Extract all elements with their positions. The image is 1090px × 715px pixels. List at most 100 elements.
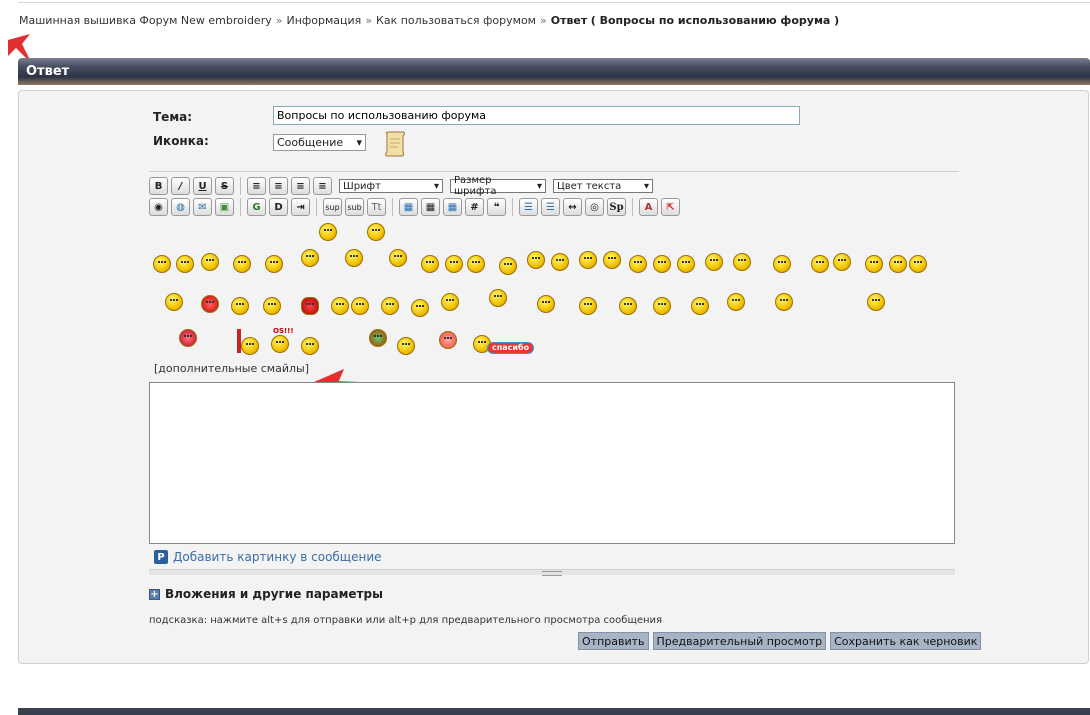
smiley-icon[interactable] xyxy=(527,251,545,269)
smiley-icon[interactable] xyxy=(677,255,695,273)
breadcrumb-howto-link[interactable]: Как пользоваться форумом xyxy=(376,14,536,27)
smiley-icon[interactable] xyxy=(397,337,415,355)
smiley-icon[interactable] xyxy=(775,293,793,311)
smiley-icon[interactable] xyxy=(345,249,363,267)
spoiler-button[interactable]: Sp xyxy=(607,198,626,216)
smiley-icon[interactable] xyxy=(467,255,485,273)
smiley-icon[interactable] xyxy=(867,293,885,311)
smiley-icon[interactable] xyxy=(301,249,319,267)
icon-select[interactable]: Сообщение ▾ xyxy=(273,134,366,151)
smiley-icon[interactable] xyxy=(733,253,751,271)
smiley-icon[interactable] xyxy=(603,251,621,269)
align-center-button[interactable]: ≡ xyxy=(291,177,310,195)
font-select[interactable]: Шрифт ▾ xyxy=(339,179,443,193)
binoculars-icon[interactable]: ◉ xyxy=(149,198,168,216)
subject-input[interactable] xyxy=(273,106,800,125)
smiley-icon[interactable] xyxy=(241,337,259,355)
underline-button[interactable]: U xyxy=(193,177,212,195)
smiley-icon[interactable] xyxy=(301,337,319,355)
textarea-resize-handle[interactable] xyxy=(149,569,955,576)
smiley-icon[interactable] xyxy=(653,255,671,273)
align-right-button[interactable]: ≡ xyxy=(313,177,332,195)
smiley-icon[interactable] xyxy=(445,255,463,273)
smiley-icon[interactable] xyxy=(233,255,251,273)
image-icon[interactable]: ▣ xyxy=(215,198,234,216)
subscript-button[interactable]: sub xyxy=(345,198,364,216)
smiley-icon[interactable] xyxy=(705,253,723,271)
bouquet-icon[interactable] xyxy=(369,329,387,347)
save-draft-button[interactable]: Сохранить как черновик xyxy=(830,632,982,650)
smiley-icon[interactable] xyxy=(537,295,555,313)
smiley-icon[interactable] xyxy=(265,255,283,273)
quote-icon[interactable]: ❝ xyxy=(487,198,506,216)
email-icon[interactable]: ✉ xyxy=(193,198,212,216)
smiley-icon[interactable] xyxy=(367,223,385,241)
toggle-mode-icon[interactable]: ⇱ xyxy=(661,198,680,216)
smiley-icon[interactable] xyxy=(499,257,517,275)
smiley-icon[interactable] xyxy=(389,249,407,267)
strikethrough-button[interactable]: S xyxy=(215,177,234,195)
smiley-icon[interactable] xyxy=(271,335,289,353)
italic-button[interactable]: / xyxy=(171,177,190,195)
smiley-icon[interactable] xyxy=(833,253,851,271)
smiley-icon[interactable] xyxy=(319,223,337,241)
smiley-icon[interactable] xyxy=(889,255,907,273)
google-search-icon[interactable]: G xyxy=(247,198,266,216)
more-smileys-link[interactable]: [дополнительные смайлы] xyxy=(154,362,309,375)
bullet-list-icon[interactable]: ☰ xyxy=(519,198,538,216)
breadcrumb-forum-link[interactable]: Машинная вышивка Форум New embroidery xyxy=(19,14,272,27)
smiley-icon[interactable] xyxy=(909,255,927,273)
smiley-icon[interactable] xyxy=(865,255,883,273)
globe-link-icon[interactable]: ◍ xyxy=(171,198,190,216)
bold-button[interactable]: B xyxy=(149,177,168,195)
smiley-icon[interactable] xyxy=(653,297,671,315)
smiley-icon[interactable] xyxy=(727,293,745,311)
smiley-icon[interactable] xyxy=(811,255,829,273)
smiley-icon[interactable] xyxy=(773,255,791,273)
smiley-icon[interactable] xyxy=(351,297,369,315)
horizontal-rule-icon[interactable]: ↔ xyxy=(563,198,582,216)
message-textarea[interactable] xyxy=(149,382,955,544)
text-color-select[interactable]: Цвет текста ▾ xyxy=(553,179,653,193)
smiley-icon[interactable] xyxy=(691,297,709,315)
attachments-toggle[interactable]: + Вложения и другие параметры xyxy=(149,587,383,601)
smiley-icon[interactable] xyxy=(231,297,249,315)
remove-format-icon[interactable]: A xyxy=(639,198,658,216)
indent-icon[interactable]: ⇥ xyxy=(291,198,310,216)
wiki-icon[interactable]: D xyxy=(269,198,288,216)
preview-button[interactable]: Предварительный просмотр xyxy=(652,632,827,650)
smiley-icon[interactable] xyxy=(421,255,439,273)
smiley-icon[interactable] xyxy=(579,297,597,315)
smiley-icon[interactable] xyxy=(619,297,637,315)
smiley-icon[interactable] xyxy=(176,255,194,273)
smiley-icon[interactable] xyxy=(411,299,429,317)
smiley-icon[interactable] xyxy=(153,255,171,273)
table-icon[interactable]: ▦ xyxy=(399,198,418,216)
flowers-icon[interactable] xyxy=(179,329,197,347)
smiley-icon[interactable] xyxy=(441,293,459,311)
smiley-icon[interactable] xyxy=(629,255,647,273)
send-button[interactable]: Отправить xyxy=(578,632,649,650)
numbered-list-icon[interactable]: ☰ xyxy=(541,198,560,216)
align-left-button[interactable]: ≡ xyxy=(247,177,266,195)
smiley-icon[interactable] xyxy=(489,289,507,307)
table-grid-icon[interactable]: ▦ xyxy=(421,198,440,216)
table-cells-icon[interactable]: ▦ xyxy=(443,198,462,216)
spoiler-eye-icon[interactable]: ◎ xyxy=(585,198,604,216)
smiley-icon[interactable] xyxy=(165,293,183,311)
teletype-button[interactable]: Tt xyxy=(367,198,386,216)
rose-icon[interactable] xyxy=(439,331,457,349)
smiley-icon[interactable] xyxy=(201,295,219,313)
align-justify-button[interactable]: ≡ xyxy=(269,177,288,195)
breadcrumb-info-link[interactable]: Информация xyxy=(286,14,361,27)
smiley-icon[interactable] xyxy=(201,253,219,271)
smiley-icon[interactable] xyxy=(579,251,597,269)
smiley-icon[interactable] xyxy=(381,297,399,315)
code-hash-icon[interactable]: # xyxy=(465,198,484,216)
smiley-icon[interactable] xyxy=(331,297,349,315)
smiley-icon[interactable] xyxy=(263,297,281,315)
add-image-link[interactable]: P Добавить картинку в сообщение xyxy=(154,550,382,564)
font-size-select[interactable]: Размер шрифта ▾ xyxy=(450,175,546,197)
lips-icon[interactable] xyxy=(301,297,319,315)
superscript-button[interactable]: sup xyxy=(323,198,342,216)
